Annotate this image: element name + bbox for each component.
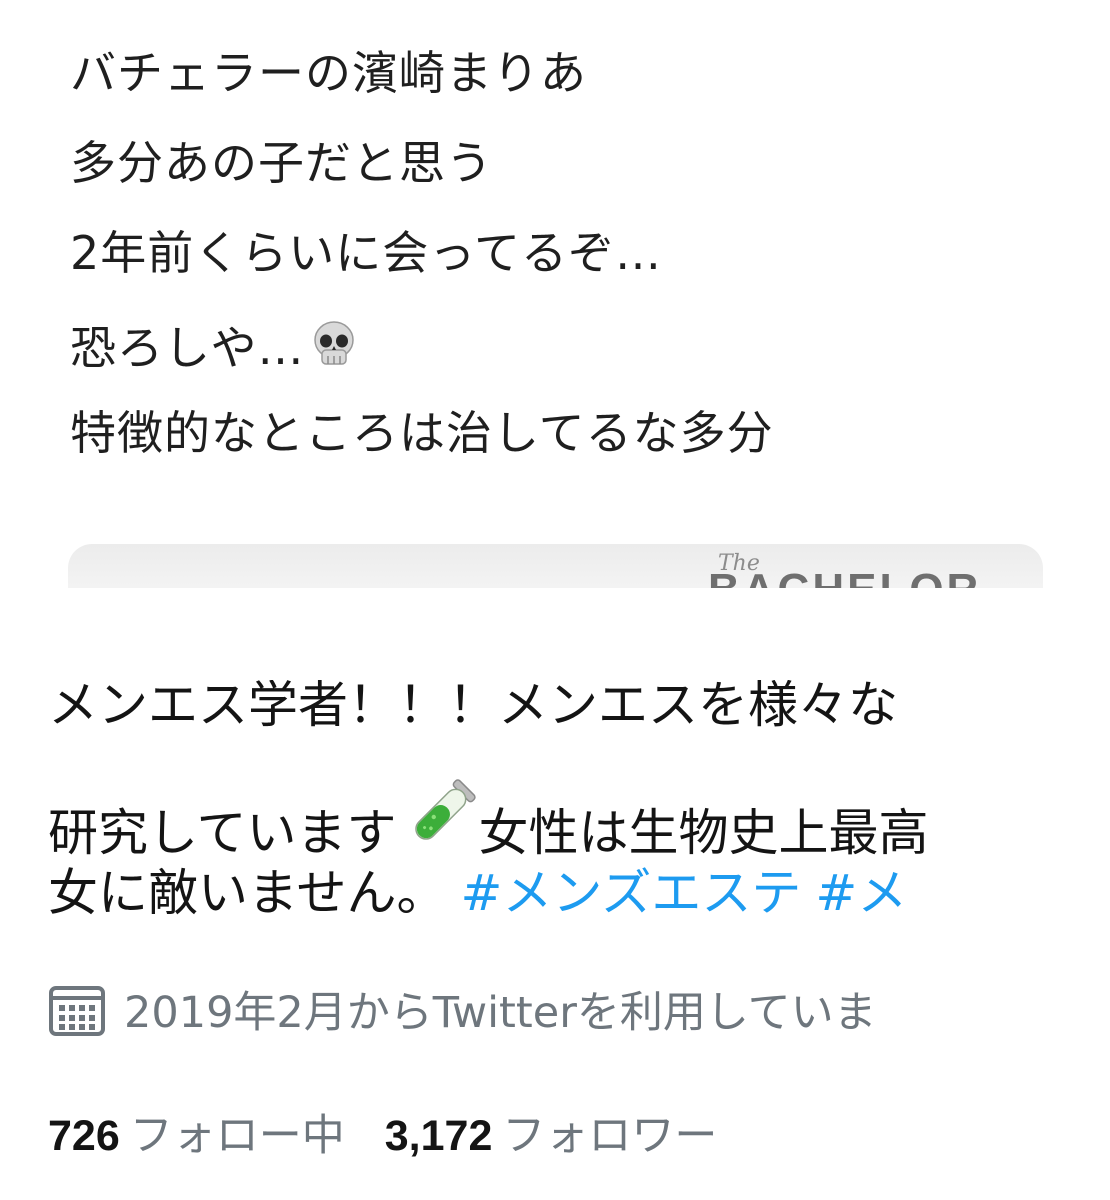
tweet-line-3: 2年前くらいに会ってるぞ… [70,226,662,280]
bio-line-2-start: 研究しています [48,804,397,862]
joined-text: 2019年2月からTwitterを利用していま [124,988,877,1038]
tweet-media-card[interactable]: The BACHELOR [68,544,1043,588]
following-count: 726 [48,1112,120,1160]
svg-text:BACHELOR: BACHELOR [708,565,981,588]
bio-line-1: メンエス学者！！！メンエスを様々な [48,680,898,734]
bio-line-3-text: 女に敵いません。 [48,864,447,922]
following-label: フォロー中 [129,1111,345,1161]
tweet-line-5: 特徴的なところは治してるな多分 [70,406,774,460]
calendar-icon [48,983,106,1043]
joined-date: 2019年2月からTwitterを利用していま [48,983,1088,1043]
tweet-line-4-wrap: 恐ろしや… [70,320,774,371]
bachelor-logo: The BACHELOR [708,544,1038,588]
bio-line-2: 研究しています 女性は生物史上最高 [48,774,1088,858]
follow-stats: 726 フォロー中 3,172 フォロワー [48,1108,757,1164]
tweet-panel: バチェラーの濱崎まりあ 多分あの子だと思う 2年前くらいに会ってるぞ… 恐ろしや… [0,0,1110,588]
test-tube-icon [395,774,481,868]
tweet-text: バチェラーの濱崎まりあ 多分あの子だと思う 2年前くらいに会ってるぞ… 恐ろしや… [70,50,774,500]
bio-line-2-end: 女性は生物史上最高 [478,804,929,862]
profile-bio: メンエス学者！！！メンエスを様々な 研究しています 女性は生物史上最高 女に敵い… [48,680,1088,962]
hashtag-truncated[interactable]: #メ [815,864,907,922]
hashtag-mens-esthe[interactable]: #メンズエステ [461,864,802,922]
tweet-line-2: 多分あの子だと思う [70,136,493,190]
bio-line-3: 女に敵いません。 #メンズエステ #メ [48,868,1088,918]
skull-icon [311,320,357,377]
followers-count: 3,172 [384,1112,493,1160]
profile-panel: メンエス学者！！！メンエスを様々な 研究しています 女性は生物史上最高 女に敵い… [0,588,1110,1200]
tweet-line-1: バチェラーの濱崎まりあ [70,46,587,100]
following-link[interactable]: 726 フォロー中 [48,1111,385,1161]
tweet-line-4: 恐ろしや… [70,321,305,375]
followers-link[interactable]: 3,172 フォロワー [385,1111,758,1161]
followers-label: フォロワー [502,1111,718,1161]
